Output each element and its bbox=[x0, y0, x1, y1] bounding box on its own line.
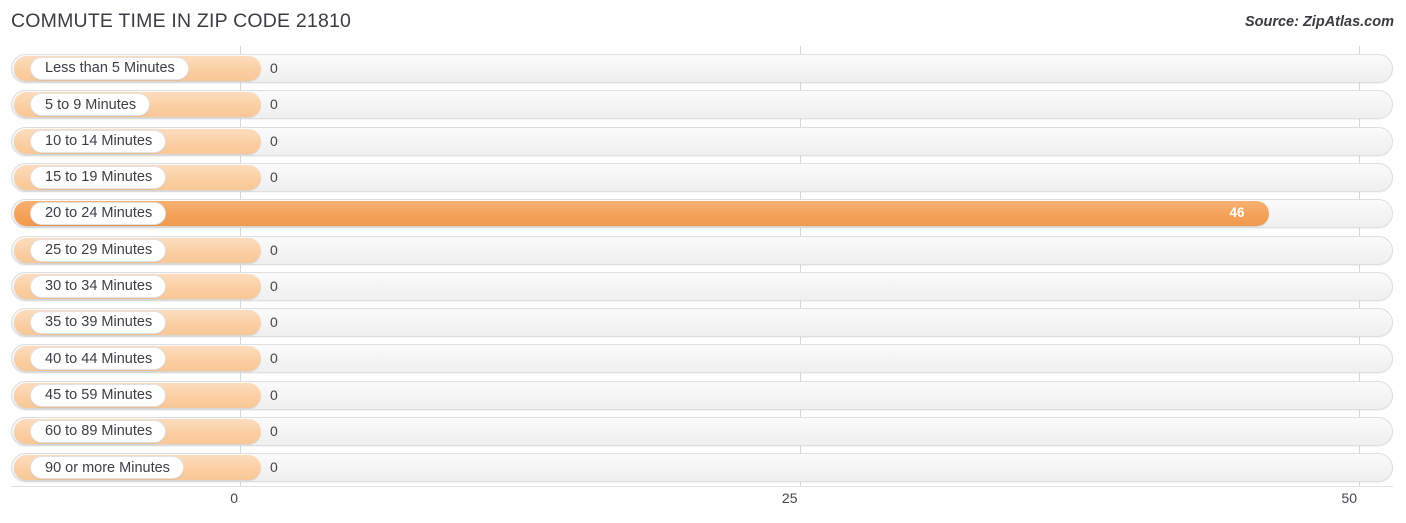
bar-category-label: 5 to 9 Minutes bbox=[30, 93, 151, 117]
page-title: COMMUTE TIME IN ZIP CODE 21810 bbox=[11, 10, 352, 32]
bar-value-label: 0 bbox=[270, 60, 278, 76]
bar-category-text: 40 to 44 Minutes bbox=[45, 350, 153, 367]
bar-category-text: 10 to 14 Minutes bbox=[45, 132, 153, 149]
bar-value-label: 46 bbox=[1229, 205, 1245, 221]
x-axis-tick-label: 50 bbox=[1341, 490, 1357, 506]
bar-category-text: 20 to 24 Minutes bbox=[45, 205, 153, 222]
bar-category-text: 15 to 19 Minutes bbox=[45, 169, 153, 186]
bar-category-text: Less than 5 Minutes bbox=[45, 60, 175, 77]
bar-fill bbox=[14, 201, 1270, 227]
bar-category-label: 45 to 59 Minutes bbox=[30, 383, 167, 407]
bar-row[interactable]: 60 to 89 Minutes 0 bbox=[11, 417, 1393, 446]
bar-value-label: 0 bbox=[270, 386, 278, 403]
bar-value-label: 0 bbox=[270, 168, 278, 185]
bar-category-label: 20 to 24 Minutes bbox=[30, 202, 167, 226]
bar-category-label: 35 to 39 Minutes bbox=[30, 311, 167, 335]
bar-value-label: 0 bbox=[270, 350, 278, 367]
bar-category-label: 40 to 44 Minutes bbox=[30, 347, 167, 371]
bar-value-label: 0 bbox=[270, 459, 278, 476]
bar-row[interactable]: 5 to 9 Minutes 0 bbox=[11, 90, 1393, 120]
bar-row[interactable]: 15 to 19 Minutes 0 bbox=[11, 162, 1393, 192]
axis-separator bbox=[11, 486, 1393, 487]
bar-category-text: 45 to 59 Minutes bbox=[45, 386, 153, 403]
chart-page: COMMUTE TIME IN ZIP CODE 21810 Source: Z… bbox=[0, 0, 1406, 523]
x-axis-tick-label: 0 bbox=[230, 490, 238, 506]
bar-row[interactable]: 35 to 39 Minutes 0 bbox=[11, 308, 1393, 338]
bar-row[interactable]: 45 to 59 Minutes 0 bbox=[11, 380, 1393, 410]
bar-value-label: 0 bbox=[270, 423, 278, 439]
bar-row[interactable]: 90 or more Minutes 0 bbox=[11, 453, 1393, 483]
x-axis-tick-label: 25 bbox=[781, 490, 798, 506]
bar-value-label: 0 bbox=[270, 96, 278, 113]
bar-row[interactable]: 10 to 14 Minutes 0 bbox=[11, 126, 1393, 156]
bar-row[interactable]: 30 to 34 Minutes 0 bbox=[11, 271, 1393, 301]
plot-area: Less than 5 Minutes 0 5 to 9 Minutes 0 10 to… bbox=[0, 46, 1406, 486]
bar-category-text: 5 to 9 Minutes bbox=[45, 96, 137, 113]
bar-category-label: 60 to 89 Minutes bbox=[30, 420, 167, 443]
bar-category-label: 90 or more Minutes bbox=[30, 456, 184, 480]
bar-category-label: 10 to 14 Minutes bbox=[30, 129, 167, 153]
x-axis: 0 25 50 bbox=[0, 486, 1406, 523]
bar-row[interactable]: 25 to 29 Minutes 0 bbox=[11, 235, 1393, 265]
bar-category-text: 60 to 89 Minutes bbox=[45, 423, 153, 440]
bar-value-label: 0 bbox=[270, 241, 278, 258]
bar-category-label: 30 to 34 Minutes bbox=[30, 274, 167, 298]
bar-row[interactable]: Less than 5 Minutes 0 bbox=[11, 54, 1393, 83]
bar-row[interactable]: 20 to 24 Minutes 46 bbox=[11, 199, 1393, 229]
bar-row[interactable]: 40 to 44 Minutes 0 bbox=[11, 344, 1393, 374]
bar-category-text: 90 or more Minutes bbox=[45, 459, 170, 476]
bar-category-label: 15 to 19 Minutes bbox=[30, 165, 167, 189]
source-attribution: Source: ZipAtlas.com bbox=[1244, 14, 1394, 30]
bar-value-label: 0 bbox=[270, 314, 278, 331]
bar-value-label: 0 bbox=[270, 277, 278, 294]
bar-category-label: 25 to 29 Minutes bbox=[30, 238, 167, 262]
bar-category-text: 35 to 39 Minutes bbox=[45, 314, 153, 331]
bar-category-label: Less than 5 Minutes bbox=[30, 57, 189, 80]
bar-category-text: 30 to 34 Minutes bbox=[45, 278, 153, 295]
bar-category-text: 25 to 29 Minutes bbox=[45, 241, 153, 258]
bar-value-label: 0 bbox=[270, 132, 278, 149]
